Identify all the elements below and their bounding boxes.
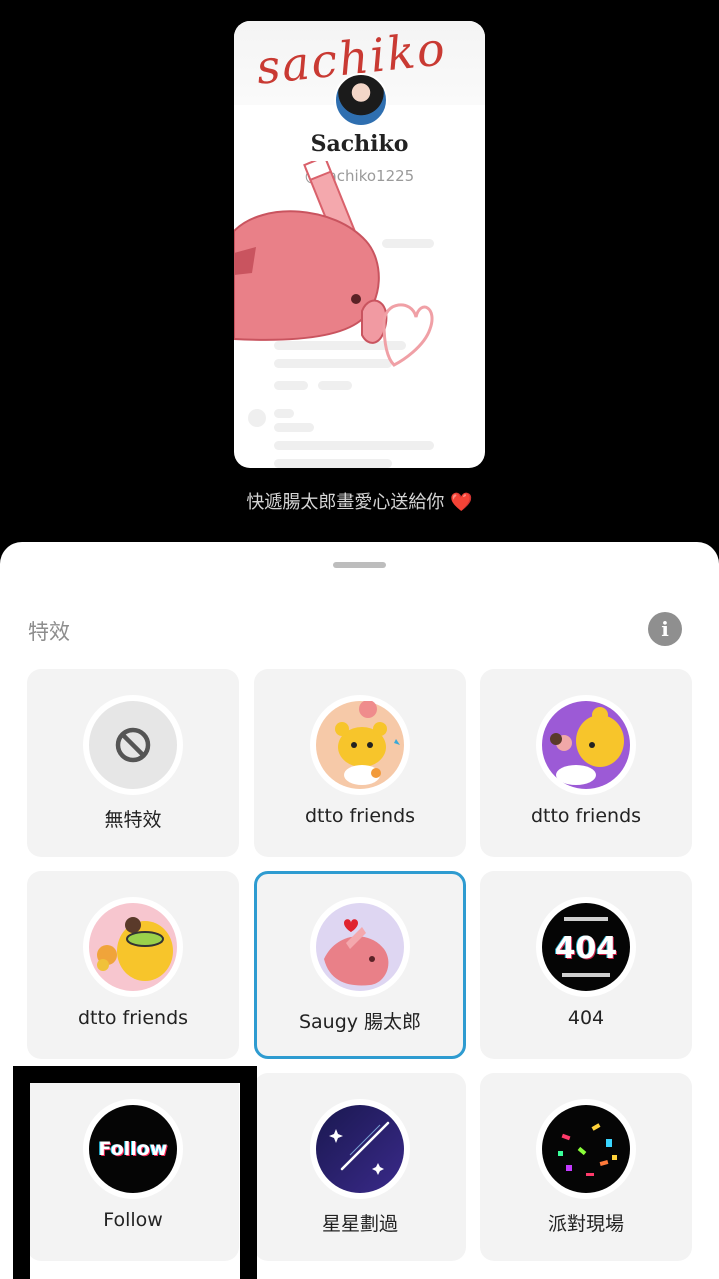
skeleton-avatar: [248, 409, 266, 427]
effect-label: dtto friends: [530, 805, 642, 827]
effect-thumbnail: [310, 1099, 410, 1199]
dtto-friends-3-thumbnail: [89, 903, 177, 991]
effect-label: 無特效: [104, 809, 162, 831]
info-icon[interactable]: i: [648, 612, 682, 646]
effect-tile-dtto-friends-3[interactable]: dtto friends: [27, 871, 239, 1059]
effect-thumbnail: [83, 695, 183, 795]
effect-tile-dtto-friends-2[interactable]: dtto friends: [480, 669, 692, 857]
shooting-star-thumbnail: [316, 1105, 404, 1193]
effect-label: Saugy 腸太郎: [298, 1011, 422, 1033]
skeleton-line: [274, 459, 392, 468]
404-thumbnail: 404 404 404: [542, 903, 630, 991]
no-effect-icon: [89, 701, 177, 789]
effect-label: 404: [567, 1007, 605, 1029]
effect-thumbnail: 404 404 404: [536, 897, 636, 997]
skeleton-line: [274, 409, 294, 418]
heart-emoji: ❤️: [450, 492, 473, 513]
effect-label: dtto friends: [77, 1007, 189, 1029]
404-glitch-text: 404: [555, 931, 618, 966]
effect-label: 星星劃過: [321, 1213, 398, 1235]
skeleton-line: [274, 381, 308, 390]
skeleton-line: [318, 381, 352, 390]
effect-thumbnail: [310, 897, 410, 997]
sheet-drag-handle[interactable]: [333, 562, 386, 568]
effect-tile-dtto-friends-1[interactable]: dtto friends: [254, 669, 466, 857]
effect-tile-party[interactable]: 派對現場: [480, 1073, 692, 1261]
profile-name: Sachiko: [310, 131, 409, 157]
effect-tile-404[interactable]: 404 404 404 404: [480, 871, 692, 1059]
effect-label: 派對現場: [547, 1213, 624, 1235]
skeleton-line: [274, 441, 434, 450]
profile-preview-card: sachiko Sachiko @sachiko1225: [234, 21, 485, 468]
caption-text: 快遞腸太郎畫愛心送給你: [246, 492, 445, 513]
effect-tile-shooting-star[interactable]: 星星劃過: [254, 1073, 466, 1261]
sheet-title: 特效: [28, 620, 70, 644]
skeleton-line: [274, 423, 314, 432]
dtto-friends-2-thumbnail: [542, 701, 630, 789]
selection-highlight-frame: [13, 1066, 257, 1279]
effect-tile-saugy[interactable]: Saugy 腸太郎: [254, 871, 466, 1059]
dtto-friends-1-thumbnail: [316, 701, 404, 789]
saugy-thumbnail: [316, 903, 404, 991]
effect-thumbnail: [310, 695, 410, 795]
effect-tile-none[interactable]: 無特效: [27, 669, 239, 857]
preview-caption: 快遞腸太郎畫愛心送給你 ❤️: [0, 488, 719, 514]
effect-thumbnail: [536, 695, 636, 795]
avatar: [334, 73, 388, 127]
party-confetti-thumbnail: [542, 1105, 630, 1193]
saugy-drawing-sticker: [234, 161, 434, 367]
effect-thumbnail: [83, 897, 183, 997]
effect-thumbnail: [536, 1099, 636, 1199]
effect-label: dtto friends: [304, 805, 416, 827]
